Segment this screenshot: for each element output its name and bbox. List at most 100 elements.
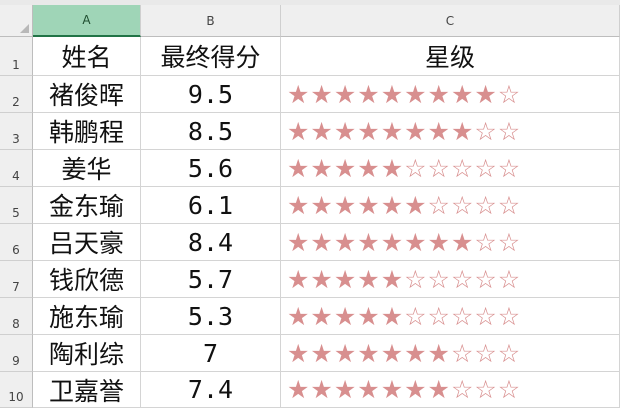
header-score[interactable]: 最终得分 bbox=[141, 37, 281, 76]
star-filled-icon: ★ bbox=[287, 79, 311, 109]
row-header-4[interactable]: 4 bbox=[0, 150, 33, 187]
cell-name[interactable]: 金东瑜 bbox=[33, 187, 141, 224]
row-header-2[interactable]: 2 bbox=[0, 76, 33, 113]
cell-name[interactable]: 卫嘉誉 bbox=[33, 372, 141, 408]
star-filled-icon: ★ bbox=[333, 227, 358, 257]
row-header-6[interactable]: 6 bbox=[0, 224, 33, 261]
row-header-1[interactable]: 1 bbox=[0, 37, 33, 76]
column-header-a[interactable]: A bbox=[33, 5, 141, 37]
star-empty-icon: ☆ bbox=[404, 301, 428, 331]
star-filled-icon: ★ bbox=[357, 301, 381, 331]
star-empty-icon: ☆ bbox=[427, 190, 451, 220]
row-header-3[interactable]: 3 bbox=[0, 113, 33, 150]
star-filled-icon: ★ bbox=[404, 79, 428, 109]
select-all-corner[interactable] bbox=[0, 5, 33, 37]
cell-name[interactable]: 韩鹏程 bbox=[33, 113, 141, 150]
select-all-triangle-icon bbox=[20, 24, 29, 33]
row-header-10[interactable]: 10 bbox=[0, 372, 33, 408]
star-empty-icon: ☆ bbox=[497, 190, 522, 220]
row-header-9[interactable]: 9 bbox=[0, 335, 33, 372]
cell-score[interactable]: 7 bbox=[141, 335, 281, 372]
star-filled-icon: ★ bbox=[310, 227, 334, 257]
cell-name[interactable]: 钱欣德 bbox=[33, 261, 141, 298]
star-filled-icon: ★ bbox=[333, 79, 358, 109]
star-empty-icon: ☆ bbox=[497, 375, 522, 404]
star-filled-icon: ★ bbox=[450, 116, 475, 146]
star-filled-icon: ★ bbox=[380, 375, 405, 404]
star-filled-icon: ★ bbox=[427, 116, 451, 146]
cell-star-rating[interactable]: ★ ★ ★ ★ ★ ☆ ☆ ☆ ☆ ☆ bbox=[281, 150, 620, 187]
cell-name[interactable]: 吕天豪 bbox=[33, 224, 141, 261]
star-empty-icon: ☆ bbox=[474, 375, 498, 404]
star-filled-icon: ★ bbox=[333, 301, 358, 331]
star-filled-icon: ★ bbox=[380, 338, 405, 368]
star-filled-icon: ★ bbox=[310, 190, 334, 220]
star-empty-icon: ☆ bbox=[474, 227, 498, 257]
star-filled-icon: ★ bbox=[333, 153, 358, 183]
star-filled-icon: ★ bbox=[287, 375, 311, 404]
star-empty-icon: ☆ bbox=[427, 264, 451, 294]
cell-name[interactable]: 施东瑜 bbox=[33, 298, 141, 335]
star-filled-icon: ★ bbox=[380, 227, 405, 257]
star-filled-icon: ★ bbox=[310, 79, 334, 109]
cell-score[interactable]: 8.5 bbox=[141, 113, 281, 150]
star-empty-icon: ☆ bbox=[450, 338, 475, 368]
row-header-5[interactable]: 5 bbox=[0, 187, 33, 224]
cell-score[interactable]: 6.1 bbox=[141, 187, 281, 224]
star-empty-icon: ☆ bbox=[474, 153, 498, 183]
star-empty-icon: ☆ bbox=[450, 190, 475, 220]
star-filled-icon: ★ bbox=[380, 301, 405, 331]
header-name[interactable]: 姓名 bbox=[33, 37, 141, 76]
star-filled-icon: ★ bbox=[427, 227, 451, 257]
star-filled-icon: ★ bbox=[404, 227, 428, 257]
star-empty-icon: ☆ bbox=[474, 116, 498, 146]
star-filled-icon: ★ bbox=[357, 116, 381, 146]
star-filled-icon: ★ bbox=[287, 116, 311, 146]
star-filled-icon: ★ bbox=[380, 190, 405, 220]
star-filled-icon: ★ bbox=[310, 338, 334, 368]
cell-star-rating[interactable]: ★ ★ ★ ★ ★ ★ ☆ ☆ ☆ ☆ bbox=[281, 187, 620, 224]
star-filled-icon: ★ bbox=[357, 79, 381, 109]
star-empty-icon: ☆ bbox=[497, 153, 522, 183]
star-empty-icon: ☆ bbox=[474, 190, 498, 220]
star-empty-icon: ☆ bbox=[427, 153, 451, 183]
header-rating[interactable]: 星级 bbox=[281, 37, 620, 76]
star-filled-icon: ★ bbox=[357, 227, 381, 257]
cell-star-rating[interactable]: ★ ★ ★ ★ ★ ★ ★ ★ ☆ ☆ bbox=[281, 224, 620, 261]
star-filled-icon: ★ bbox=[333, 375, 358, 404]
star-filled-icon: ★ bbox=[357, 264, 381, 294]
star-empty-icon: ☆ bbox=[450, 375, 475, 404]
row-header-7[interactable]: 7 bbox=[0, 261, 33, 298]
star-filled-icon: ★ bbox=[404, 338, 428, 368]
cell-star-rating[interactable]: ★ ★ ★ ★ ★ ☆ ☆ ☆ ☆ ☆ bbox=[281, 261, 620, 298]
star-filled-icon: ★ bbox=[474, 79, 498, 109]
star-filled-icon: ★ bbox=[310, 153, 334, 183]
star-empty-icon: ☆ bbox=[497, 116, 522, 146]
cell-star-rating[interactable]: ★ ★ ★ ★ ★ ★ ★ ★ ★ ☆ bbox=[281, 76, 620, 113]
star-filled-icon: ★ bbox=[287, 153, 311, 183]
column-header-b[interactable]: B bbox=[141, 5, 281, 37]
star-empty-icon: ☆ bbox=[497, 338, 522, 368]
cell-score[interactable]: 5.6 bbox=[141, 150, 281, 187]
star-filled-icon: ★ bbox=[357, 375, 381, 404]
row-header-8[interactable]: 8 bbox=[0, 298, 33, 335]
star-empty-icon: ☆ bbox=[474, 264, 498, 294]
cell-score[interactable]: 8.4 bbox=[141, 224, 281, 261]
cell-score[interactable]: 5.7 bbox=[141, 261, 281, 298]
star-filled-icon: ★ bbox=[357, 153, 381, 183]
column-header-c[interactable]: C bbox=[281, 5, 620, 37]
cell-score[interactable]: 5.3 bbox=[141, 298, 281, 335]
star-empty-icon: ☆ bbox=[474, 301, 498, 331]
cell-star-rating[interactable]: ★ ★ ★ ★ ★ ★ ★ ☆ ☆ ☆ bbox=[281, 372, 620, 408]
star-empty-icon: ☆ bbox=[497, 301, 522, 331]
cell-name[interactable]: 姜华 bbox=[33, 150, 141, 187]
cell-score[interactable]: 7.4 bbox=[141, 372, 281, 408]
cell-score[interactable]: 9.5 bbox=[141, 76, 281, 113]
star-empty-icon: ☆ bbox=[474, 338, 498, 368]
cell-name[interactable]: 陶利综 bbox=[33, 335, 141, 372]
cell-star-rating[interactable]: ★ ★ ★ ★ ★ ☆ ☆ ☆ ☆ ☆ bbox=[281, 298, 620, 335]
star-filled-icon: ★ bbox=[380, 264, 405, 294]
cell-star-rating[interactable]: ★ ★ ★ ★ ★ ★ ★ ☆ ☆ ☆ bbox=[281, 335, 620, 372]
cell-star-rating[interactable]: ★ ★ ★ ★ ★ ★ ★ ★ ☆ ☆ bbox=[281, 113, 620, 150]
cell-name[interactable]: 褚俊晖 bbox=[33, 76, 141, 113]
